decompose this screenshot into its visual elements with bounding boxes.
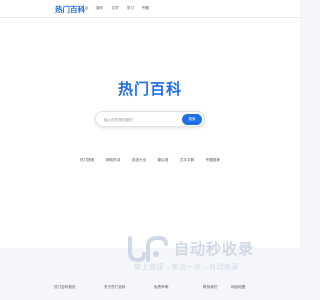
- quick-link-topics[interactable]: 专题推荐: [206, 158, 220, 163]
- quick-link-dictionary[interactable]: 汉字字典: [180, 158, 194, 163]
- search-button[interactable]: 搜索: [182, 114, 202, 125]
- watermark-subtitle: 做上链接→来访一次→自动收录: [134, 264, 239, 271]
- main-nav: 热点 娱乐 文学 学习 专题: [81, 6, 149, 11]
- hero-title: 热门百科: [117, 81, 182, 98]
- footer-link-home[interactable]: 热门百科首页: [54, 285, 76, 290]
- watermark-title: 自动秒收录: [174, 241, 255, 258]
- main-content: [0, 18, 300, 248]
- quick-link-xiehouyu[interactable]: 歇后语: [158, 158, 169, 163]
- quick-links: 热门搜索 网络热词 成语大全 歇后语 汉字字典 专题推荐: [80, 158, 220, 163]
- search-bar: 搜索: [95, 111, 205, 127]
- nav-item-topics[interactable]: 专题: [142, 6, 149, 11]
- nav-item-literature[interactable]: 文学: [111, 6, 118, 11]
- search-input[interactable]: [104, 116, 179, 124]
- quick-link-idioms[interactable]: 成语大全: [132, 158, 146, 163]
- nav-item-hot[interactable]: 热点: [81, 6, 88, 11]
- watermark: 自动秒收录 做上链接→来访一次→自动收录: [126, 236, 282, 274]
- quick-link-hot-search[interactable]: 热门搜索: [80, 158, 94, 163]
- footer-link-contact[interactable]: 联系我们: [203, 285, 217, 290]
- top-bar: 热门百科 热点 娱乐 文学 学习 专题: [0, 0, 300, 18]
- nav-item-entertainment[interactable]: 娱乐: [96, 6, 103, 11]
- footer-link-sitemap[interactable]: 网站地图: [231, 285, 245, 290]
- footer-link-about[interactable]: 关于热门百科: [104, 285, 126, 290]
- quick-link-net-words[interactable]: 网络热词: [106, 158, 120, 163]
- watermark-logo-icon: [128, 236, 168, 262]
- nav-item-study[interactable]: 学习: [127, 6, 134, 11]
- footer-link-disclaimer[interactable]: 免责声明: [154, 285, 168, 290]
